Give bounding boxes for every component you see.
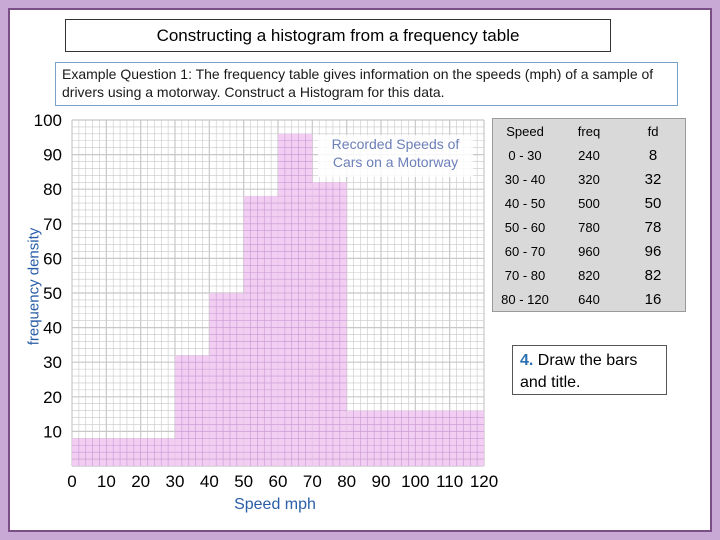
table-cell: 640 (578, 291, 600, 307)
table-cell: 60 - 70 (504, 243, 546, 259)
table-cell: 0 - 30 (508, 147, 542, 163)
y-tick-label: 40 (43, 319, 62, 338)
x-tick-label: 110 (436, 472, 463, 491)
table-row: 40 - 50 500 50 (493, 191, 685, 215)
table-cell: 240 (578, 147, 600, 163)
task-box: 4. Draw the bars and title. (512, 345, 667, 395)
x-tick-label: 10 (97, 472, 116, 491)
table-cell: 78 (644, 218, 662, 236)
y-tick-label: 90 (43, 146, 62, 165)
x-tick-label: 50 (234, 472, 253, 491)
x-tick-label: 20 (131, 472, 150, 491)
y-tick-label: 30 (43, 353, 62, 372)
y-tick-label: 10 (43, 422, 62, 441)
x-tick-label: 100 (401, 472, 429, 491)
histogram-bar (312, 182, 347, 466)
histogram-bar (209, 293, 244, 466)
table-cell: 500 (578, 195, 600, 211)
x-axis-title: Speed mph (234, 496, 316, 513)
y-tick-label: 100 (34, 111, 62, 130)
table-cell: 16 (644, 290, 662, 308)
x-tick-label: 90 (372, 472, 391, 491)
table-cell: 40 - 50 (504, 195, 546, 211)
x-tick-label: 80 (337, 472, 356, 491)
table-header-cell: freq (577, 123, 601, 139)
table-cell: 780 (578, 219, 600, 235)
x-tick-label: 120 (470, 472, 498, 491)
table-cell: 30 - 40 (504, 171, 546, 187)
task-text: Draw the bars and title. (520, 352, 638, 391)
y-tick-label: 50 (43, 284, 62, 303)
x-tick-label: 30 (166, 472, 185, 491)
y-axis-title: frequency density (25, 227, 43, 346)
y-tick-label: 60 (43, 249, 62, 268)
chart-title: Recorded Speeds of Cars on a Motorway (318, 135, 473, 177)
frequency-table: Speed freq fd 0 - 30 240 8 30 - 40 320 32 40 - 50… (492, 118, 686, 312)
table-row: 0 - 30 240 8 (493, 143, 685, 167)
table-row: 60 - 70 960 96 (493, 239, 685, 263)
table-cell: 8 (648, 146, 658, 164)
table-cell: 80 - 120 (501, 291, 549, 307)
table-row: 80 - 120 640 16 (493, 287, 685, 311)
table-cell: 96 (644, 242, 662, 260)
table-cell: 32 (644, 170, 662, 188)
table-cell: 960 (578, 243, 600, 259)
y-tick-label: 20 (43, 388, 62, 407)
table-row: 70 - 80 820 82 (493, 263, 685, 287)
table-cell: 82 (644, 266, 662, 284)
table-cell: 70 - 80 (504, 267, 546, 283)
chart-title-text: Recorded Speeds of Cars on a Motorway (331, 136, 460, 170)
table-header-cell: fd (647, 123, 659, 139)
table-cell: 50 (644, 194, 662, 212)
y-tick-label: 70 (43, 215, 62, 234)
task-number: 4. (520, 352, 534, 369)
y-tick-label: 80 (43, 180, 62, 199)
histogram-bar (243, 196, 278, 466)
x-tick-label: 0 (67, 472, 76, 491)
table-row: 30 - 40 320 32 (493, 167, 685, 191)
table-cell: 50 - 60 (504, 219, 546, 235)
x-tick-label: 70 (303, 472, 322, 491)
table-cell: 820 (578, 267, 600, 283)
x-tick-label: 60 (269, 472, 288, 491)
table-header-row: Speed freq fd (493, 119, 685, 143)
table-row: 50 - 60 780 78 (493, 215, 685, 239)
table-cell: 320 (578, 171, 600, 187)
table-header-cell: Speed (506, 123, 544, 139)
x-tick-label: 40 (200, 472, 219, 491)
